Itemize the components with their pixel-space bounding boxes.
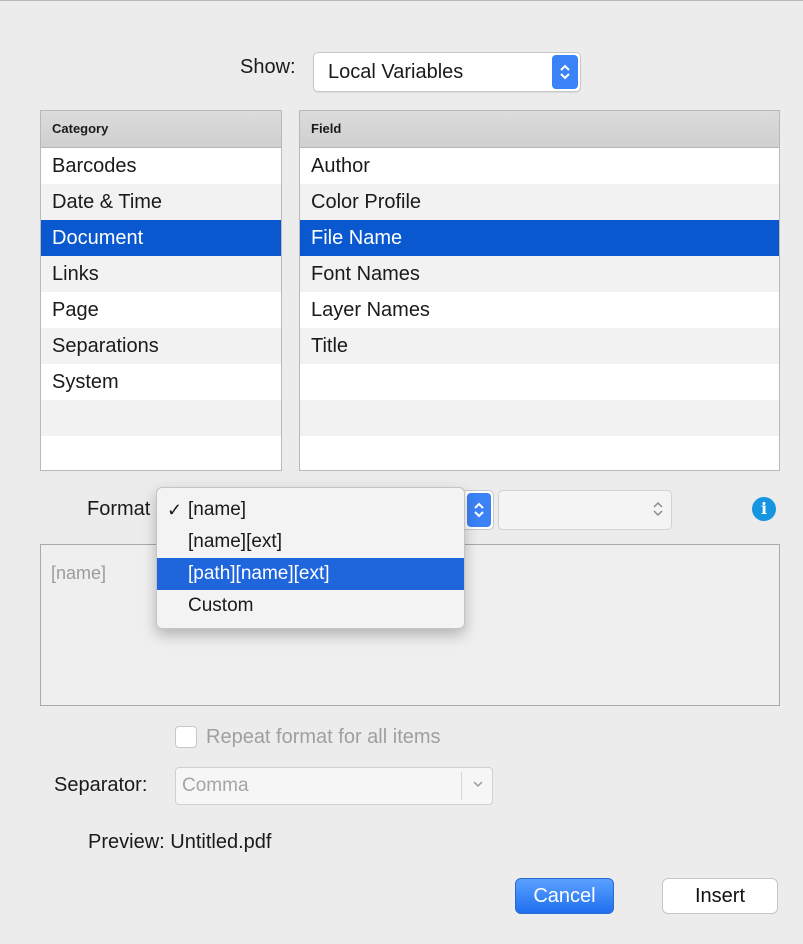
empty-row — [300, 400, 779, 436]
separator-popup[interactable]: Comma — [175, 767, 493, 805]
updown-arrows-icon — [653, 501, 663, 522]
format-dropdown-menu[interactable]: ✓ [name] [name][ext] [path][name][ext] C… — [156, 487, 465, 629]
repeat-format-checkbox[interactable] — [175, 726, 197, 748]
list-item[interactable]: Barcodes — [41, 148, 281, 184]
menu-item[interactable]: Custom — [157, 590, 464, 622]
format-label: Format — [87, 498, 151, 520]
empty-row — [41, 436, 281, 470]
empty-row — [41, 400, 281, 436]
format-option-popup[interactable] — [498, 490, 672, 530]
menu-item[interactable]: [name][ext] — [157, 526, 464, 558]
separator-value: Comma — [182, 775, 249, 796]
format-text-value: [name] — [51, 563, 107, 583]
preview-value: Untitled.pdf — [170, 831, 272, 853]
list-item[interactable]: Document — [41, 220, 281, 256]
checkmark-icon: ✓ — [167, 500, 183, 520]
info-icon[interactable]: i — [752, 497, 776, 521]
empty-row — [300, 436, 779, 470]
list-item[interactable]: System — [41, 364, 281, 400]
show-popup[interactable]: Local Variables — [313, 52, 581, 92]
list-item[interactable]: Date & Time — [41, 184, 281, 220]
insert-button[interactable]: Insert — [662, 878, 778, 914]
preview-text: Preview: Untitled.pdf — [88, 831, 271, 854]
menu-item[interactable]: ✓ [name] — [157, 494, 464, 526]
field-list[interactable]: Field Author Color Profile File Name Font N… — [299, 110, 780, 471]
separator-label: Separator: — [54, 774, 148, 796]
list-item[interactable]: Links — [41, 256, 281, 292]
repeat-format-label: Repeat format for all items — [206, 726, 441, 748]
list-item[interactable]: File Name — [300, 220, 779, 256]
list-item[interactable]: Color Profile — [300, 184, 779, 220]
divider — [461, 772, 462, 800]
field-header: Field — [300, 111, 779, 148]
list-item[interactable]: Page — [41, 292, 281, 328]
category-header: Category — [41, 111, 281, 148]
category-list[interactable]: Category Barcodes Date & Time Document Link… — [40, 110, 282, 471]
updown-arrows-icon — [552, 55, 578, 89]
menu-item-highlighted[interactable]: [path][name][ext] — [157, 558, 464, 590]
list-item[interactable]: Layer Names — [300, 292, 779, 328]
cancel-button[interactable]: Cancel — [515, 878, 614, 914]
empty-row — [300, 364, 779, 400]
list-item[interactable]: Separations — [41, 328, 281, 364]
show-label: Show: — [240, 56, 296, 78]
window-top-edge — [0, 0, 803, 9]
preview-label: Preview: — [88, 831, 165, 853]
show-popup-value: Local Variables — [328, 61, 464, 83]
list-item[interactable]: Font Names — [300, 256, 779, 292]
list-item[interactable]: Title — [300, 328, 779, 364]
chevron-down-icon — [472, 774, 484, 797]
list-item[interactable]: Author — [300, 148, 779, 184]
updown-arrows-icon — [467, 493, 491, 527]
